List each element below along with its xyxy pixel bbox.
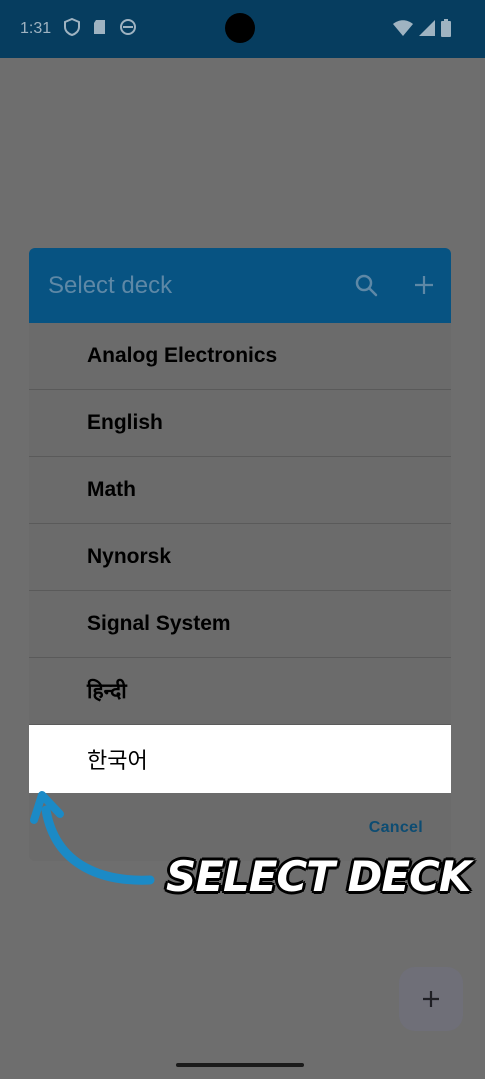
search-icon[interactable] [351,270,381,300]
status-time: 1:31 [20,20,52,37]
add-icon [423,991,439,1007]
deck-item-korean[interactable]: 한국어 [29,725,451,793]
annotation-label: SELECT DECK [166,852,471,901]
status-icons-left [63,17,137,37]
sd-card-icon [91,18,109,36]
deck-item-english[interactable]: English [29,390,451,457]
deck-list: Analog Electronics English Math Nynorsk … [29,323,451,793]
deck-label: Analog Electronics [87,344,278,367]
add-deck-fab[interactable] [399,967,463,1031]
camera-cutout [225,13,255,43]
deck-label: English [87,411,163,434]
deck-label: Math [87,478,136,501]
annotation-arrow-icon [30,791,155,885]
status-icons-right [393,19,451,42]
vpn-icon [119,18,137,36]
shield-icon [63,17,81,37]
deck-item-nynorsk[interactable]: Nynorsk [29,524,451,591]
deck-label: हिन्दी [87,680,127,703]
battery-icon [441,19,451,42]
dialog-title: Select deck [48,272,173,299]
deck-item-math[interactable]: Math [29,457,451,524]
deck-item-signal-system[interactable]: Signal System [29,591,451,658]
deck-label: Signal System [87,612,231,635]
cancel-button[interactable]: Cancel [369,819,423,837]
dialog-header: Select deck [29,248,451,323]
signal-icon [419,20,435,41]
deck-item-hindi[interactable]: हिन्दी [29,658,451,725]
status-bar: 1:31 [0,0,485,58]
add-icon[interactable] [409,270,439,300]
select-deck-dialog: Select deck Analog Electronics English M… [29,248,451,861]
deck-label: Nynorsk [87,545,172,568]
wifi-icon [393,20,413,41]
deck-item-analog-electronics[interactable]: Analog Electronics [29,323,451,390]
deck-label: 한국어 [87,748,148,773]
gesture-nav-handle[interactable] [176,1063,304,1067]
